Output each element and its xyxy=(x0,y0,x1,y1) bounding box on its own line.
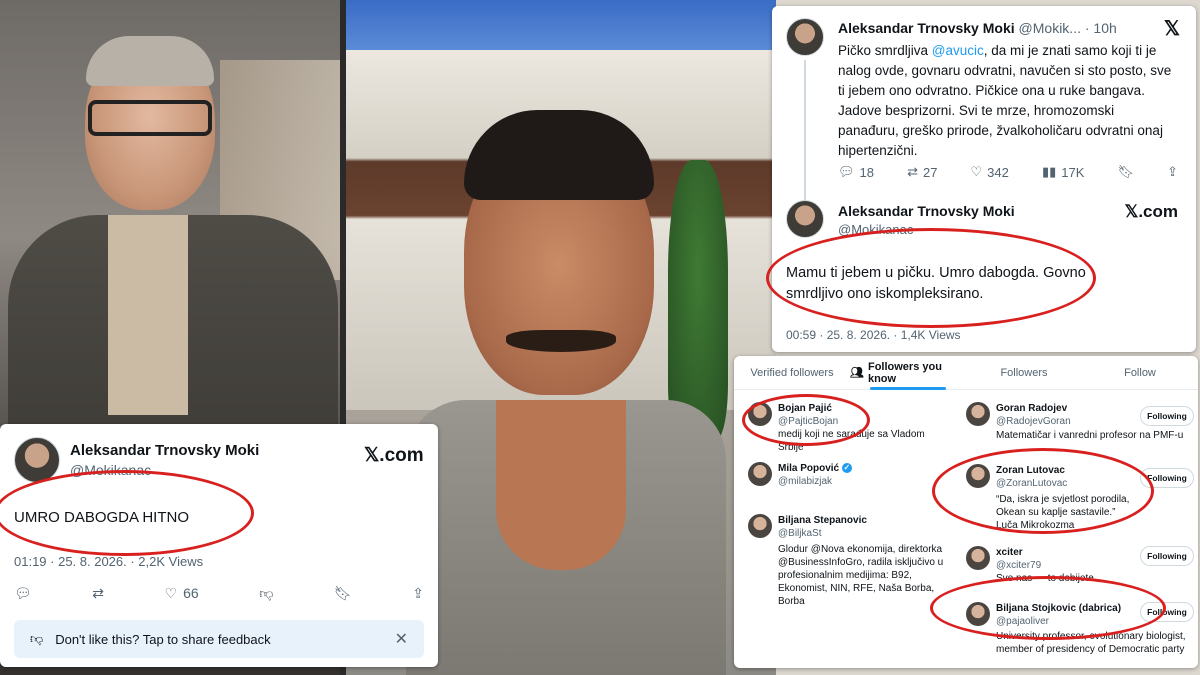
tweet-card-umro: Aleksandar Trnovsky Moki @Mokikanac 𝕏.co… xyxy=(0,424,438,667)
avatar[interactable] xyxy=(966,546,990,570)
follower-item[interactable]: Biljana Stepanovic @BiljkaSt Glodur @Nov… xyxy=(748,514,958,607)
like-count: 66 xyxy=(183,585,199,601)
feedback-text: Don't like this? Tap to share feedback xyxy=(55,631,271,647)
thumbs-down-icon: 👎︎ xyxy=(30,631,44,646)
author-handle[interactable]: @Mokikanac xyxy=(70,462,151,478)
verified-badge-icon: ✓ xyxy=(841,463,852,474)
x-logo-icon: 𝕏 xyxy=(1163,18,1180,40)
repost-icon: ⇄ xyxy=(907,164,918,179)
tweet-time: · 10h xyxy=(1084,20,1117,36)
share-icon: ⇪ xyxy=(412,584,424,601)
tab-followers[interactable]: Followers xyxy=(966,356,1082,389)
author-name[interactable]: Aleksandar Trnovsky Moki xyxy=(838,203,1015,219)
chart-icon: ▮▮ xyxy=(1041,164,1057,179)
avatar[interactable] xyxy=(966,602,990,626)
avatar[interactable] xyxy=(966,402,990,426)
avatar[interactable] xyxy=(748,402,772,426)
reply-button[interactable]: 💬︎ 18 xyxy=(838,164,874,180)
tab-followers-you-know[interactable]: 👥︎ Followers you know xyxy=(850,356,966,390)
author-name[interactable]: Aleksandar Trnovsky Moki xyxy=(838,20,1015,36)
author-line: Aleksandar Trnovsky Moki @Mokik... · 10h xyxy=(838,20,1117,36)
feedback-banner[interactable]: 👎︎ Don't like this? Tap to share feedbac… xyxy=(14,620,424,658)
tweet-meta: 01:19 · 25. 8. 2026. · 2,2K Views xyxy=(14,554,204,569)
dislike-button[interactable]: 👎︎ xyxy=(259,582,273,604)
tab-following[interactable]: Follow xyxy=(1082,356,1198,389)
tweet-card-thread: Aleksandar Trnovsky Moki @Mokik... · 10h… xyxy=(772,6,1196,352)
tweet-text: Mamu ti jebem u pičku. Umro dabogda. Gov… xyxy=(786,265,1086,302)
avatar[interactable] xyxy=(786,18,824,56)
avatar[interactable] xyxy=(786,200,824,238)
tweet-actions: 💬︎ ⇄ ♡ 66 👎︎ 🔖︎ ⇪ xyxy=(14,582,424,604)
tweet-text: Pičko smrdljiva @avucic, da mi je znati … xyxy=(838,43,1172,158)
bookmark-button[interactable]: 🔖︎ xyxy=(334,582,352,604)
people-icon: 👥︎ xyxy=(850,367,864,379)
like-button[interactable]: ♡ 342 xyxy=(971,164,1009,180)
followers-you-know-panel: Verified followers 👥︎ Followers you know … xyxy=(734,356,1198,668)
like-button[interactable]: ♡ 66 xyxy=(165,582,199,604)
repost-button[interactable]: ⇄ 27 xyxy=(907,164,937,180)
author-handle[interactable]: @Mokikanac xyxy=(838,222,913,237)
repost-button[interactable]: ⇄ xyxy=(92,582,104,604)
reply-icon: 💬︎ xyxy=(14,584,32,601)
repost-icon: ⇄ xyxy=(92,584,105,601)
following-button[interactable]: Following xyxy=(1140,406,1194,426)
share-button[interactable]: ⇪ xyxy=(1167,164,1178,180)
tab-verified-followers[interactable]: Verified followers xyxy=(734,356,850,389)
follower-item[interactable]: Mila Popović ✓ @milabizjak xyxy=(748,462,958,502)
bookmark-icon: 🔖︎ xyxy=(1117,164,1134,179)
bookmark-button[interactable]: 🔖︎ xyxy=(1117,164,1134,180)
avatar[interactable] xyxy=(14,437,60,483)
avatar[interactable] xyxy=(748,514,772,538)
thumbs-down-icon: 👎︎ xyxy=(259,584,274,601)
follower-item[interactable]: Bojan Pajić @PajticBojan medij koji ne s… xyxy=(748,402,958,453)
tweet-actions: 💬︎ 18 ⇄ 27 ♡ 342 ▮▮ 17K 🔖︎ ⇪ xyxy=(838,164,1178,180)
avatar[interactable] xyxy=(748,462,772,486)
views-button[interactable]: ▮▮ 17K xyxy=(1042,164,1084,180)
x-logo-brand: 𝕏.com xyxy=(1124,202,1178,221)
followers-tabs: Verified followers 👥︎ Followers you know … xyxy=(734,356,1198,390)
following-button[interactable]: Following xyxy=(1140,468,1194,488)
reply-button[interactable]: 💬︎ xyxy=(14,582,32,604)
follower-item[interactable]: xciter @xciter79 Sve nas — to dobijete xyxy=(966,546,1136,586)
bookmark-icon: 🔖︎ xyxy=(333,584,352,601)
author-handle[interactable]: @Mokik... xyxy=(1019,20,1081,36)
close-icon[interactable]: ✕ xyxy=(395,629,408,649)
heart-icon: ♡ xyxy=(970,164,983,179)
following-button[interactable]: Following xyxy=(1140,602,1194,622)
following-button[interactable]: Following xyxy=(1140,546,1194,566)
share-button[interactable]: ⇪ xyxy=(412,582,424,604)
heart-icon: ♡ xyxy=(164,584,178,601)
x-logo-brand: 𝕏.com xyxy=(364,445,424,466)
avatar[interactable] xyxy=(966,464,990,488)
mention-link[interactable]: @avucic xyxy=(932,43,984,58)
tweet-text: UMRO DABOGDA HITNO xyxy=(14,509,190,526)
share-icon: ⇪ xyxy=(1167,164,1178,179)
thread-line xyxy=(804,60,806,200)
author-name[interactable]: Aleksandar Trnovsky Moki xyxy=(70,442,259,459)
reply-icon: 💬︎ xyxy=(838,164,855,179)
tweet-meta: 00:59 · 25. 8. 2026. · 1,4K Views xyxy=(786,328,961,342)
follower-item[interactable]: Zoran Lutovac @ZoranLutovac “Da, iskra j… xyxy=(966,464,1136,534)
